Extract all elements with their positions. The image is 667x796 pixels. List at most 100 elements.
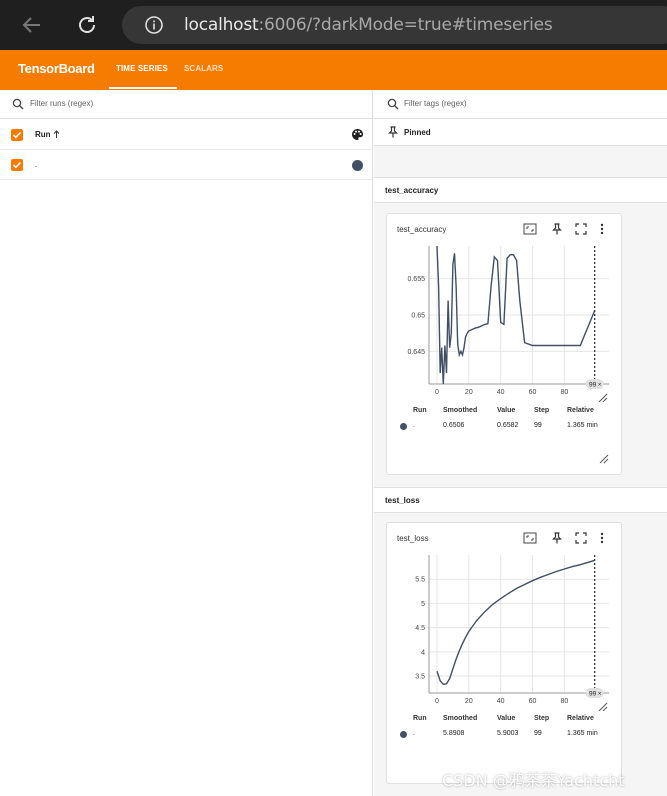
- url-path: :6006/?darkMode=true#timeseries: [258, 15, 553, 35]
- legend-header-step: Step: [534, 715, 550, 722]
- y-tick-label: 0.655: [407, 276, 425, 283]
- x-tick-label: 20: [465, 698, 473, 705]
- tab-scalars[interactable]: SCALARS: [184, 64, 223, 73]
- y-tick-label: 4.5: [415, 625, 425, 632]
- x-tick-label: 60: [529, 389, 537, 396]
- card-title: test_loss: [397, 534, 429, 543]
- sort-arrow-icon[interactable]: [53, 130, 60, 139]
- legend-header-smoothed: Smoothed: [443, 715, 478, 722]
- runs-filter[interactable]: Filter runs (regex): [0, 90, 373, 119]
- x-tick-label: 0: [435, 389, 439, 396]
- legend-smoothed: 5.8908: [443, 730, 465, 737]
- tensorboard-header: TensorBoard TIME SERIES SCALARS: [0, 50, 667, 90]
- legend-header-value: Value: [497, 715, 516, 722]
- url-host: localhost: [184, 15, 259, 35]
- legend-run: .: [413, 730, 415, 737]
- pinned-label: Pinned: [404, 128, 431, 137]
- resize-handle-icon: [598, 393, 608, 402]
- legend-smoothed: 0.6506: [443, 422, 465, 429]
- search-icon: [12, 98, 24, 110]
- legend-header-value: Value: [497, 407, 516, 414]
- step-badge-close-icon: ×: [598, 692, 602, 698]
- fit-domain-icon[interactable]: [523, 532, 537, 544]
- app-title: TensorBoard: [18, 61, 95, 76]
- pin-icon[interactable]: [551, 223, 563, 235]
- x-tick-label: 80: [560, 389, 568, 396]
- y-tick-label: 3.5: [415, 674, 425, 681]
- pin-icon: [388, 126, 398, 138]
- pin-icon[interactable]: [551, 532, 563, 544]
- tags-filter[interactable]: Filter tags (regex): [374, 90, 667, 119]
- pinned-section: Pinned: [374, 119, 667, 146]
- step-badge-close-icon: ×: [598, 383, 602, 389]
- more-vert-icon[interactable]: [599, 223, 605, 235]
- run-row[interactable]: .: [0, 150, 373, 180]
- run-name: .: [35, 160, 38, 169]
- legend-header-run: Run: [413, 715, 427, 722]
- runs-panel: Filter runs (regex) Run .: [0, 90, 373, 796]
- legend-header-smoothed: Smoothed: [443, 407, 478, 414]
- legend-step: 99: [534, 422, 542, 429]
- runs-filter-placeholder: Filter runs (regex): [30, 99, 94, 108]
- group-header-test-accuracy[interactable]: test_accuracy: [374, 177, 667, 203]
- runs-header-row: Run: [0, 120, 373, 150]
- fullscreen-icon[interactable]: [575, 532, 587, 544]
- palette-icon[interactable]: [351, 128, 364, 141]
- more-vert-icon[interactable]: [599, 532, 605, 544]
- legend-header-step: Step: [534, 407, 550, 414]
- tab-time-series[interactable]: TIME SERIES: [116, 64, 168, 73]
- select-all-checkbox[interactable]: [11, 129, 23, 141]
- run-color-swatch[interactable]: [352, 160, 363, 171]
- legend-header-relative: Relative: [567, 715, 594, 722]
- search-icon: [387, 98, 399, 110]
- step-badge-label: 99: [589, 382, 597, 389]
- legend-header-relative: Relative: [567, 407, 594, 414]
- legend-value: 0.6582: [497, 422, 519, 429]
- checkmark-icon: [12, 131, 22, 139]
- legend-value: 5.9003: [497, 730, 519, 737]
- x-tick-label: 0: [435, 698, 439, 705]
- group-name: test_loss: [385, 496, 420, 505]
- run-column-label[interactable]: Run: [35, 130, 51, 139]
- fullscreen-icon[interactable]: [575, 223, 587, 235]
- tags-filter-placeholder: Filter tags (regex): [404, 99, 467, 108]
- scalar-card-test-loss: test_loss 0 20 40 60 80 3.5 4 4.5 5 5.5 99 × Run Sm…: [386, 522, 622, 784]
- y-tick-label: 0.645: [407, 349, 425, 356]
- y-tick-label: 0.65: [411, 313, 425, 320]
- run-checkbox[interactable]: [11, 159, 23, 171]
- reload-icon[interactable]: [73, 11, 101, 39]
- chart-test-loss[interactable]: 0 20 40 60 80 3.5 4 4.5 5 5.5 99 ×: [387, 551, 623, 711]
- browser-toolbar: localhost:6006/?darkMode=true#timeseries: [0, 0, 667, 50]
- x-tick-label: 20: [465, 389, 473, 396]
- timeseries-panel: Filter tags (regex) Pinned test_accuracy…: [374, 90, 667, 796]
- legend-relative: 1.365 min: [567, 730, 598, 737]
- step-badge-label: 99: [589, 691, 597, 698]
- group-header-test-loss[interactable]: test_loss: [374, 487, 667, 513]
- legend-relative: 1.365 min: [567, 422, 598, 429]
- resize-handle-icon[interactable]: [599, 454, 609, 464]
- legend-step: 99: [534, 730, 542, 737]
- legend-header-run: Run: [413, 407, 427, 414]
- legend-run: .: [413, 422, 415, 429]
- card-title: test_accuracy: [397, 225, 447, 234]
- y-tick-label: 5: [421, 601, 425, 608]
- x-tick-label: 60: [529, 698, 537, 705]
- address-bar[interactable]: localhost:6006/?darkMode=true#timeseries: [122, 6, 667, 44]
- legend-run-swatch: [400, 731, 407, 738]
- group-name: test_accuracy: [385, 186, 439, 195]
- checkmark-icon: [12, 161, 22, 169]
- url-text[interactable]: localhost:6006/?darkMode=true#timeseries: [184, 15, 553, 35]
- resize-handle-icon: [598, 702, 608, 711]
- chart-test-accuracy[interactable]: 0 20 40 60 80 0.645 0.65 0.655 99 ×: [387, 242, 623, 402]
- scalar-card-test-accuracy: test_accuracy 0 20 40 60 80 0.645 0.65 0.655 99 ×…: [386, 213, 622, 475]
- fit-domain-icon[interactable]: [523, 223, 537, 235]
- site-info-icon[interactable]: [144, 15, 164, 40]
- active-tab-indicator: [109, 87, 177, 89]
- watermark-text: CSDN @鸦茶茶Yachtcht: [442, 771, 625, 790]
- legend-run-swatch: [400, 423, 407, 430]
- back-arrow-icon[interactable]: [18, 11, 46, 39]
- y-tick-label: 4: [421, 649, 425, 656]
- x-tick-label: 80: [560, 698, 568, 705]
- y-tick-label: 5.5: [415, 577, 425, 584]
- x-tick-label: 40: [497, 389, 505, 396]
